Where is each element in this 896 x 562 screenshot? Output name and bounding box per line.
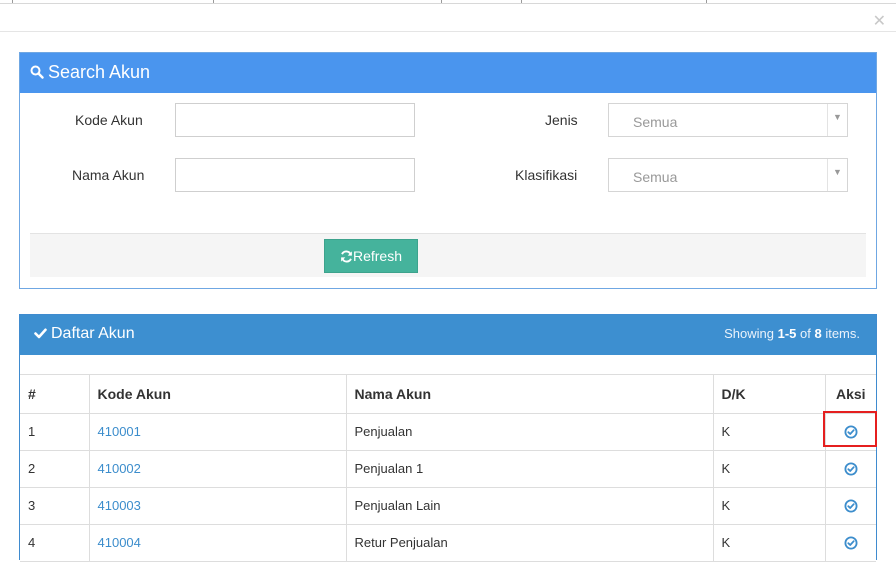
column-header-no: #: [20, 375, 90, 414]
check-circle-icon[interactable]: [844, 499, 858, 513]
strip-tick: [213, 0, 214, 3]
dk-cell: K: [713, 413, 826, 451]
nama-akun-cell: Penjualan: [346, 413, 714, 451]
nama-akun-cell: Penjualan Lain: [346, 487, 714, 525]
check-circle-icon[interactable]: [844, 462, 858, 476]
nama-akun-input[interactable]: [175, 158, 415, 192]
table-row: 3 410003 Penjualan Lain K: [20, 487, 876, 525]
refresh-button[interactable]: Refresh: [324, 239, 418, 273]
selection-highlight-box: [823, 411, 877, 447]
search-panel: Search Akun Kode Akun Nama Akun Jenis Se…: [19, 52, 877, 289]
row-number: 4: [20, 524, 90, 562]
table-header-row: # Kode Akun Nama Akun D/K Aksi: [20, 375, 876, 414]
jenis-select-value: Semua: [633, 114, 678, 130]
akun-list-panel: Daftar Akun Showing 1-5 of 8 items. # Ko…: [19, 314, 877, 562]
dk-cell: K: [713, 450, 826, 488]
column-header-dk[interactable]: D/K: [713, 375, 826, 414]
table-row: 2 410002 Penjualan 1 K: [20, 450, 876, 488]
klasifikasi-select-value: Semua: [633, 169, 678, 185]
kode-akun-label: Kode Akun: [75, 112, 143, 128]
list-panel-header: Daftar Akun Showing 1-5 of 8 items.: [20, 315, 876, 355]
akun-table: # Kode Akun Nama Akun D/K Aksi 1 410001 …: [20, 375, 876, 562]
modal-header: ✕: [0, 4, 896, 32]
showing-summary: Showing 1-5 of 8 items.: [724, 326, 860, 341]
dk-cell: K: [713, 524, 826, 562]
check-icon: [34, 316, 47, 354]
kode-akun-link[interactable]: 410002: [98, 461, 141, 476]
kode-akun-link[interactable]: 410001: [98, 424, 141, 439]
nama-akun-cell: Retur Penjualan: [346, 524, 714, 562]
kode-akun-link[interactable]: 410004: [98, 535, 141, 550]
strip-tick: [441, 0, 442, 3]
column-header-aksi: Aksi: [825, 375, 876, 414]
chevron-down-icon: ▼: [827, 104, 847, 136]
strip-tick: [706, 0, 707, 3]
kode-akun-link[interactable]: 410003: [98, 498, 141, 513]
table-row: 4 410004 Retur Penjualan K: [20, 524, 876, 562]
search-panel-header: Search Akun: [20, 53, 876, 93]
jenis-label: Jenis: [545, 112, 578, 128]
row-number: 3: [20, 487, 90, 525]
dk-cell: K: [713, 487, 826, 525]
search-panel-title: Search Akun: [48, 62, 151, 82]
check-circle-icon[interactable]: [844, 536, 858, 550]
chevron-down-icon: ▼: [827, 159, 847, 191]
klasifikasi-select[interactable]: Semua ▼: [608, 158, 848, 192]
kode-akun-input[interactable]: [175, 103, 415, 137]
list-panel-title: Daftar Akun: [51, 325, 135, 342]
refresh-icon: [340, 242, 353, 274]
column-header-kode[interactable]: Kode Akun: [89, 375, 347, 414]
table-row: 1 410001 Penjualan K: [20, 413, 876, 451]
jenis-select[interactable]: Semua ▼: [608, 103, 848, 137]
row-number: 2: [20, 450, 90, 488]
close-icon[interactable]: ✕: [873, 14, 886, 30]
nama-akun-label: Nama Akun: [72, 167, 145, 183]
strip-tick: [12, 0, 13, 3]
column-header-nama[interactable]: Nama Akun: [346, 375, 714, 414]
strip-tick: [521, 0, 522, 3]
search-panel-footer: Refresh: [30, 233, 866, 277]
klasifikasi-label: Klasifikasi: [515, 167, 578, 183]
akun-table-wrapper: # Kode Akun Nama Akun D/K Aksi 1 410001 …: [20, 355, 876, 562]
refresh-button-label: Refresh: [352, 248, 403, 264]
search-icon: [30, 54, 44, 92]
row-number: 1: [20, 413, 90, 451]
nama-akun-cell: Penjualan 1: [346, 450, 714, 488]
